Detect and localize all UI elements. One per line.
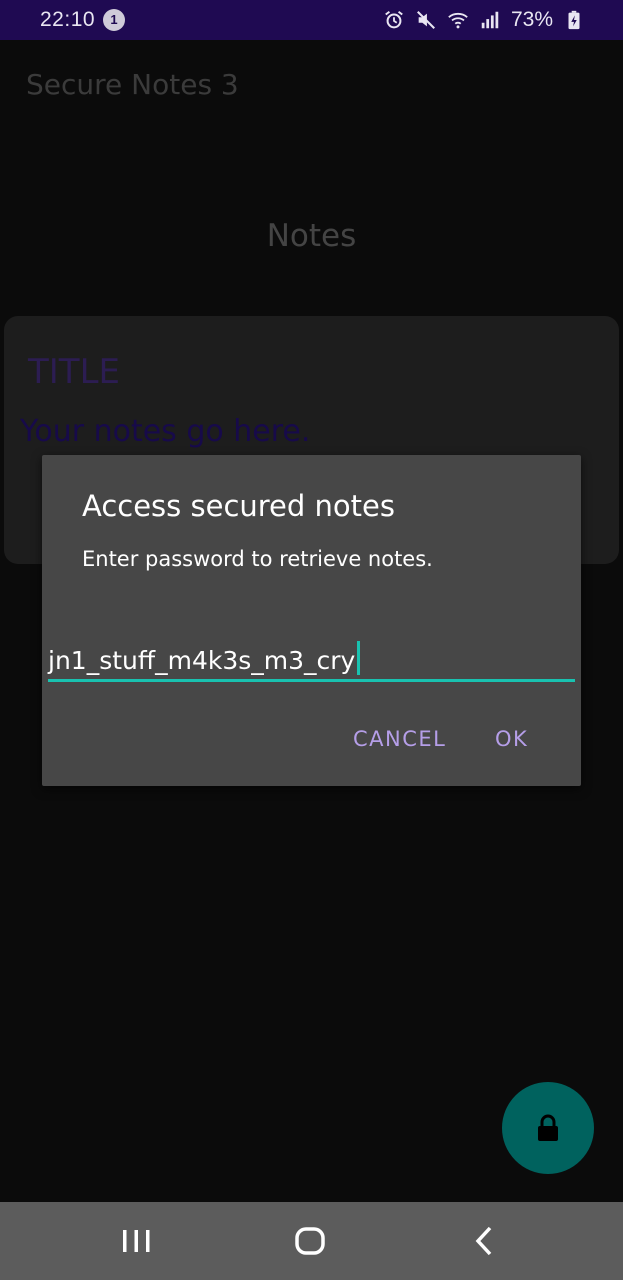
status-icons: 73%	[383, 8, 585, 32]
password-input-value-wrap: jn1_stuff_m4k3s_m3_cry	[48, 641, 361, 675]
home-icon	[290, 1221, 330, 1261]
screen: 22:10 1 73% Secure Notes 3 Notes TITLE Y…	[0, 0, 623, 1280]
wifi-icon	[447, 9, 469, 31]
status-time: 22:10	[40, 8, 96, 31]
home-button[interactable]	[290, 1221, 330, 1261]
battery-charging-icon	[563, 9, 585, 31]
navigation-bar	[0, 1202, 623, 1280]
password-input[interactable]: jn1_stuff_m4k3s_m3_cry	[48, 635, 575, 682]
back-button[interactable]	[465, 1221, 505, 1261]
back-icon	[465, 1221, 505, 1261]
battery-percent: 73%	[510, 8, 553, 31]
status-bar: 22:10 1 73%	[0, 0, 623, 40]
signal-icon	[479, 9, 501, 31]
note-body: Your notes go here.	[20, 414, 311, 449]
note-title: TITLE	[28, 352, 120, 392]
ok-button[interactable]: OK	[495, 727, 528, 751]
page-heading: Notes	[266, 218, 357, 254]
password-dialog: Access secured notes Enter password to r…	[42, 455, 581, 786]
lock-fab-button[interactable]	[502, 1082, 594, 1174]
lock-icon	[535, 1113, 561, 1143]
recents-button[interactable]	[116, 1221, 156, 1261]
mute-icon	[415, 9, 437, 31]
dialog-title: Access secured notes	[82, 489, 395, 523]
cancel-button[interactable]: CANCEL	[353, 727, 446, 751]
recents-icon	[116, 1221, 156, 1261]
notification-count-badge: 1	[103, 9, 125, 31]
password-input-value: jn1_stuff_m4k3s_m3_cry	[48, 646, 356, 675]
alarm-icon	[383, 9, 405, 31]
dialog-message: Enter password to retrieve notes.	[82, 547, 433, 571]
app-title: Secure Notes 3	[26, 68, 239, 101]
text-cursor	[357, 641, 361, 675]
